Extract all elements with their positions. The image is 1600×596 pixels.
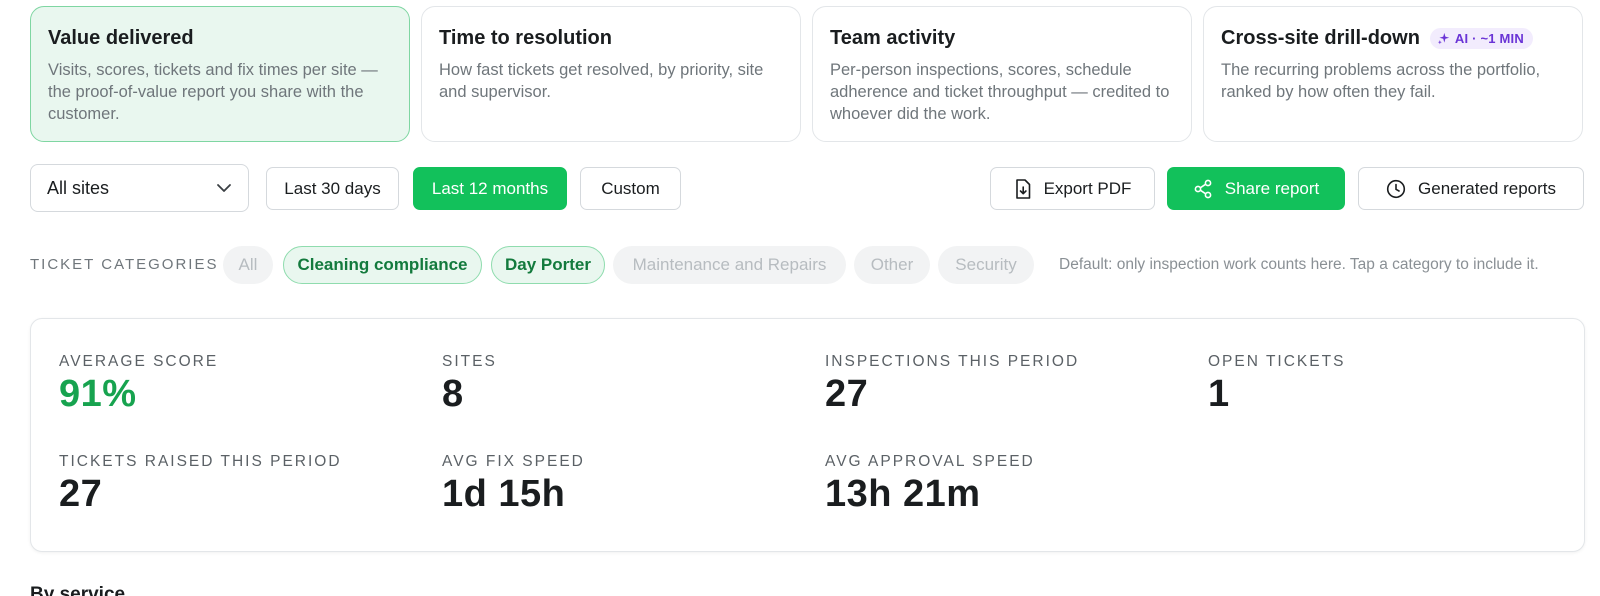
value-delivered-report-page: Value delivered Visits, scores, tickets …	[0, 0, 1600, 596]
card-title: Value delivered	[48, 26, 194, 49]
metric-sites: SITES 8	[442, 353, 497, 416]
metric-value: 1d 15h	[442, 473, 566, 515]
range-custom-button[interactable]: Custom	[580, 167, 681, 210]
range-last-30-days-button[interactable]: Last 30 days	[266, 167, 399, 210]
metrics-panel: AVERAGE SCORE 91% SITES 8 INSPECTIONS TH…	[30, 318, 1585, 552]
card-team-activity[interactable]: Team activity Per-person inspections, sc…	[812, 6, 1192, 142]
export-pdf-button[interactable]: Export PDF	[990, 167, 1155, 210]
metric-label: AVG FIX SPEED	[442, 453, 585, 470]
metric-label: INSPECTIONS THIS PERIOD	[825, 353, 1080, 370]
card-description: Per-person inspections, scores, schedule…	[830, 61, 1170, 123]
metric-value: 27	[825, 373, 869, 415]
metric-label: AVG APPROVAL SPEED	[825, 453, 1035, 470]
metric-label: SITES	[442, 353, 497, 370]
metric-tickets-raised-this-period: TICKETS RAISED THIS PERIOD 27	[59, 453, 342, 516]
ai-badge-label: AI · ~1 MIN	[1454, 30, 1524, 46]
metric-label: TICKETS RAISED THIS PERIOD	[59, 453, 342, 470]
report-type-cards: Value delivered Visits, scores, tickets …	[30, 6, 1583, 142]
card-value-delivered[interactable]: Value delivered Visits, scores, tickets …	[30, 6, 410, 142]
ticket-categories-label: TICKET CATEGORIES	[30, 256, 219, 273]
ticket-categories-hint: Default: only inspection work counts her…	[1059, 256, 1539, 273]
category-chip-security[interactable]: Security	[938, 246, 1034, 284]
category-chip-cleaning-compliance[interactable]: Cleaning compliance	[283, 246, 482, 284]
metric-avg-approval-speed: AVG APPROVAL SPEED 13h 21m	[825, 453, 1035, 516]
category-chip-maintenance-and-repairs[interactable]: Maintenance and Repairs	[613, 246, 846, 284]
metric-value: 8	[442, 373, 464, 415]
category-chip-all[interactable]: All	[223, 246, 273, 284]
metric-value: 1	[1208, 373, 1230, 415]
sparkle-icon	[1437, 32, 1450, 44]
ai-badge: AI · ~1 MIN	[1429, 27, 1533, 49]
metric-open-tickets: OPEN TICKETS 1	[1208, 353, 1345, 416]
site-select-value: All sites	[47, 177, 110, 198]
section-heading-by-service: By service	[30, 584, 126, 596]
card-title: Time to resolution	[439, 26, 612, 49]
card-title: Team activity	[830, 26, 956, 49]
category-chip-day-porter[interactable]: Day Porter	[491, 246, 605, 284]
metric-label: AVERAGE SCORE	[59, 353, 219, 370]
metric-average-score: AVERAGE SCORE 91%	[59, 353, 218, 416]
metric-value: 27	[59, 473, 103, 515]
card-description: Visits, scores, tickets and fix times pe…	[48, 61, 378, 123]
file-download-icon	[1015, 178, 1030, 199]
card-time-to-resolution[interactable]: Time to resolution How fast tickets get …	[421, 6, 801, 142]
category-chip-other[interactable]: Other	[854, 246, 930, 284]
clock-icon	[1386, 179, 1406, 198]
metric-label: OPEN TICKETS	[1208, 353, 1346, 370]
range-last-12-months-button[interactable]: Last 12 months	[413, 167, 567, 210]
share-icon	[1194, 179, 1212, 198]
card-cross-site-drill-down[interactable]: Cross-site drill-down AI · ~1 MIN The re…	[1203, 6, 1583, 142]
share-report-button[interactable]: Share report	[1167, 167, 1345, 210]
report-toolbar: All sites Last 30 days Last 12 months Cu…	[30, 164, 1585, 212]
generated-reports-button[interactable]: Generated reports	[1358, 167, 1584, 210]
site-select[interactable]: All sites	[30, 164, 249, 212]
metric-inspections-this-period: INSPECTIONS THIS PERIOD 27	[825, 353, 1079, 416]
card-title: Cross-site drill-down	[1221, 26, 1420, 49]
ticket-categories: TICKET CATEGORIES All Cleaning complianc…	[30, 246, 1600, 284]
metric-avg-fix-speed: AVG FIX SPEED 1d 15h	[442, 453, 585, 516]
card-description: How fast tickets get resolved, by priori…	[439, 61, 764, 101]
chevron-down-icon	[217, 184, 231, 192]
metric-value: 91%	[59, 373, 137, 415]
metric-value: 13h 21m	[825, 473, 981, 515]
card-description: The recurring problems across the portfo…	[1221, 61, 1541, 101]
